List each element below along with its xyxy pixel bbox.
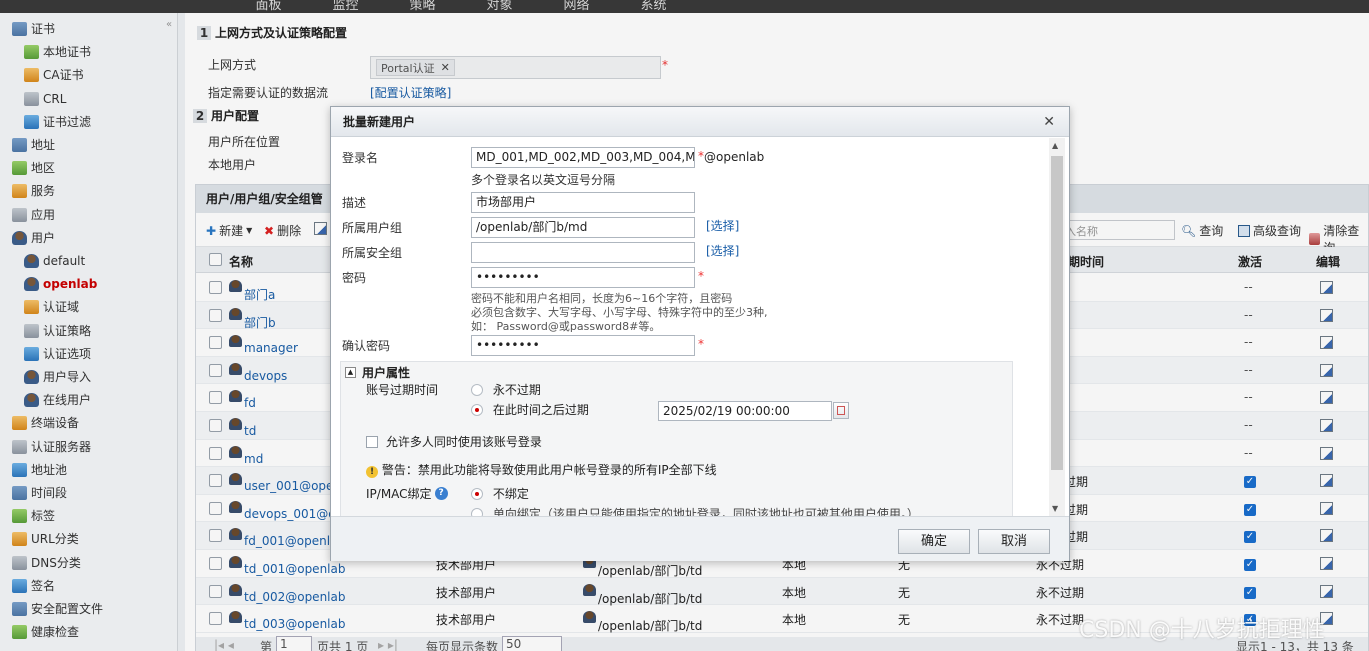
warning-text: 警告：禁用此功能将导致使用此用户帐号登录的所有IP全部下线 [381,463,717,477]
login-hint: 多个登录名以英文逗号分隔 [471,173,616,187]
select-security-group-link[interactable]: [选择] [706,242,739,259]
expire-after-label: 在此时间之后过期 [492,403,589,417]
password-note-2: 必须包含数字、大写字母、小写字母、特殊字符中的至少3种, [471,306,768,319]
ipmac-bind-label: IP/MAC绑定 ? [366,485,448,502]
never-expire-option[interactable]: 永不过期 [471,381,541,398]
password-note-3: 如： Password@或password8#等。 [471,320,661,333]
multi-login-checkbox[interactable] [366,436,378,448]
required-mark: * [698,269,704,283]
scroll-down-icon[interactable]: ▼ [1052,504,1058,513]
required-mark: * [698,337,704,351]
dialog-body: 登录名 MD_001,MD_002,MD_003,MD_004,MD * @op… [331,138,1049,516]
help-icon[interactable]: ? [434,487,448,500]
expire-time-label: 账号过期时间 [366,383,439,397]
ok-button[interactable]: 确定 [898,529,970,554]
password-note-1: 密码不能和用户名相同，长度为6~16个字符，且密码 [471,292,733,305]
expire-after-option[interactable]: 在此时间之后过期 [471,401,589,418]
user-group-label: 所属用户组 [342,221,403,235]
security-group-input[interactable] [471,242,695,263]
warning-message: ! 警告：禁用此功能将导致使用此用户帐号登录的所有IP全部下线 [366,461,717,478]
multi-login-label: 允许多人同时使用该账号登录 [385,435,542,449]
password-label: 密码 [342,271,367,285]
scroll-thumb[interactable] [1051,156,1063,470]
no-bind-radio[interactable] [471,488,483,500]
multi-login-option[interactable]: 允许多人同时使用该账号登录 [366,433,542,450]
one-way-bind-label: 单向绑定（该用户只能使用指定的地址登录，同时该地址也可被其他用户使用。） [492,507,919,516]
one-way-bind-option[interactable]: 单向绑定（该用户只能使用指定的地址登录，同时该地址也可被其他用户使用。） [471,505,919,516]
expire-after-radio[interactable] [471,404,483,416]
dialog-scrollbar[interactable]: ▲ ▼ [1049,138,1065,516]
calendar-icon[interactable] [833,402,849,419]
confirm-password-input[interactable]: ••••••••• [471,335,695,356]
dialog-title: 批量新建用户 [331,107,1069,137]
login-suffix: @openlab [704,150,765,164]
user-group-input[interactable]: /openlab/部门b/md [471,217,695,238]
login-name-input[interactable]: MD_001,MD_002,MD_003,MD_004,MD [471,147,695,168]
no-bind-label: 不绑定 [492,487,529,501]
expire-date-input[interactable]: 2025/02/19 00:00:00 [658,401,832,421]
one-way-bind-radio[interactable] [471,508,483,516]
scroll-up-icon[interactable]: ▲ [1052,141,1058,150]
ipmac-label-text: IP/MAC绑定 [366,487,432,501]
batch-create-user-dialog: 批量新建用户 ✕ 登录名 MD_001,MD_002,MD_003,MD_004… [330,106,1070,561]
no-bind-option[interactable]: 不绑定 [471,485,529,502]
security-group-label: 所属安全组 [342,246,403,260]
description-input[interactable]: 市场部用户 [471,192,695,213]
never-expire-radio[interactable] [471,384,483,396]
select-user-group-link[interactable]: [选择] [706,217,739,234]
confirm-password-label: 确认密码 [342,339,391,353]
collapse-section-icon[interactable]: ▲ [345,367,356,378]
close-icon[interactable]: ✕ [1043,114,1055,130]
cancel-button[interactable]: 取消 [978,529,1050,554]
password-input[interactable]: ••••••••• [471,267,695,288]
login-name-label: 登录名 [342,151,379,165]
watermark: CSDN @十八岁抗拒理性 [1079,618,1325,643]
user-attributes-section: ▲ 用户属性 账号过期时间 永不过期 在此时间之后过期 2025/02/19 0… [340,361,1013,516]
description-label: 描述 [342,196,367,210]
never-expire-label: 永不过期 [492,383,541,397]
warning-icon: ! [366,466,378,478]
attributes-title: 用户属性 [362,366,411,380]
dialog-footer: 确定 取消 [331,516,1069,561]
